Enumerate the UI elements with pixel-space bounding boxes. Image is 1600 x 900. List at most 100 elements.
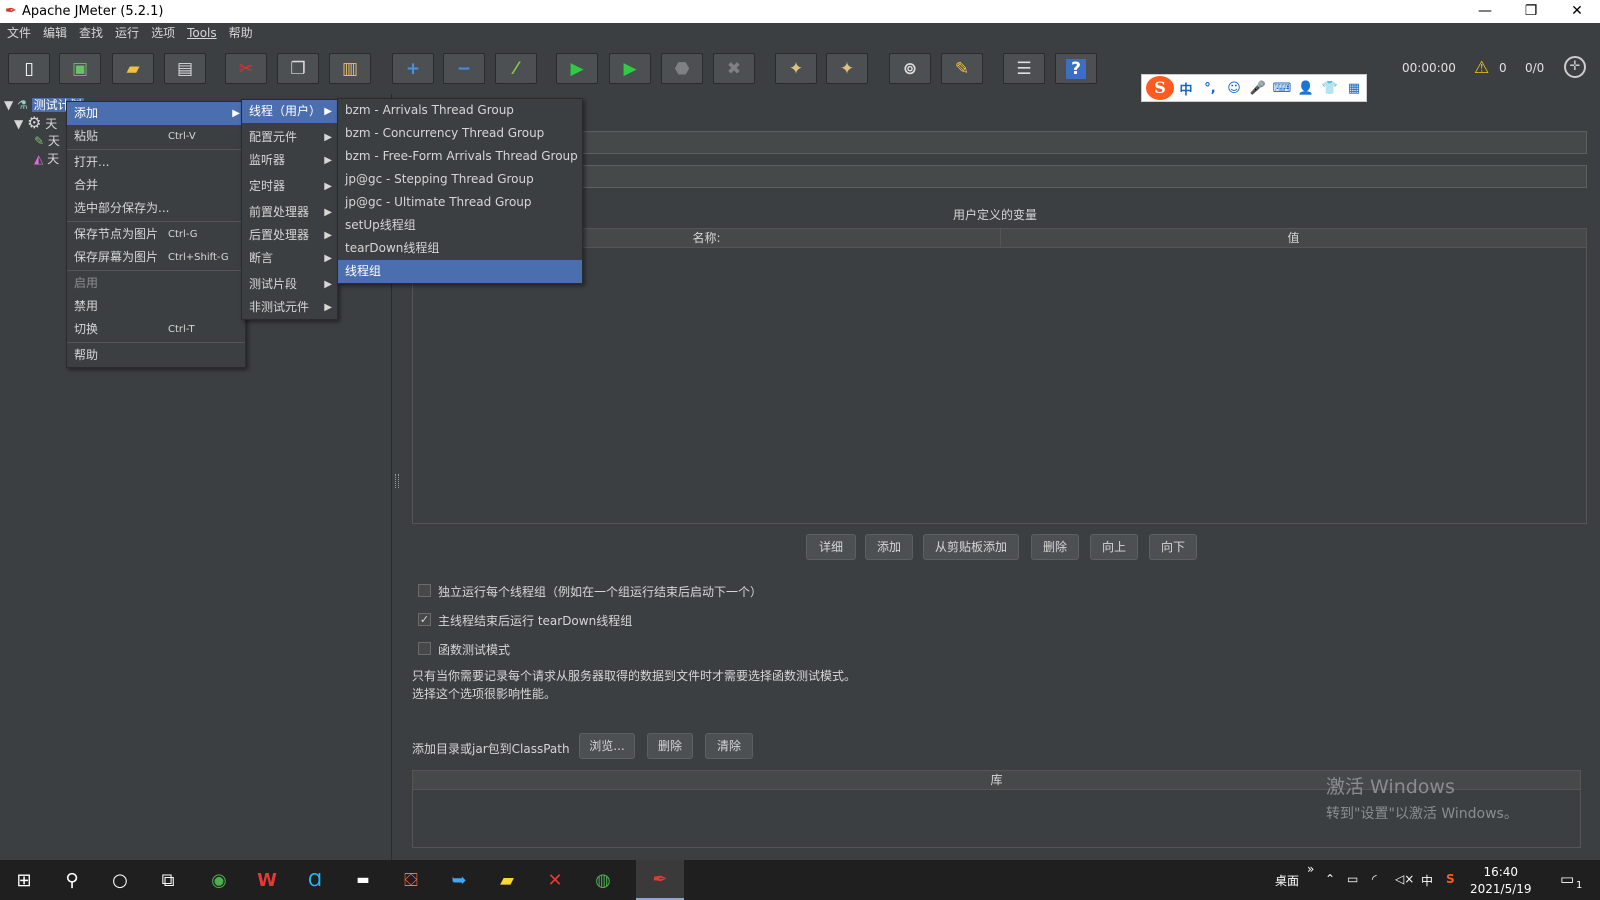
menu-item-merge[interactable]: 合并 bbox=[67, 174, 245, 197]
save-button[interactable]: ▤ bbox=[164, 53, 206, 84]
classpath-delete-button[interactable]: 删除 bbox=[647, 733, 693, 759]
toggle-button[interactable]: ⁄ bbox=[495, 53, 537, 84]
chrome-icon[interactable]: ◉ bbox=[195, 860, 243, 900]
desktop-label[interactable]: 桌面 bbox=[1275, 872, 1299, 889]
delete-button[interactable]: 删除 bbox=[1031, 534, 1079, 560]
clear-all-button[interactable]: ✦ bbox=[826, 53, 868, 84]
browse-button[interactable]: 浏览... bbox=[579, 733, 635, 759]
detail-button[interactable]: 详细 bbox=[806, 534, 856, 560]
serialize-threadgroups-checkbox[interactable] bbox=[418, 584, 431, 597]
reset-search-button[interactable]: ✎ bbox=[941, 53, 983, 84]
name-field[interactable] bbox=[582, 131, 1587, 154]
submenu-item-pre-processor[interactable]: 前置处理器 ▶ bbox=[242, 201, 337, 224]
submenu-item-threads[interactable]: 线程（用户） ▶ bbox=[242, 100, 337, 123]
function-helper-button[interactable]: ☰ bbox=[1003, 53, 1045, 84]
menu-item-save-screen-image[interactable]: 保存屏幕为图片 Ctrl+Shift-G bbox=[67, 246, 245, 269]
menu-tools[interactable]: Tools bbox=[181, 23, 223, 44]
tree-expand-icon[interactable]: ▼ bbox=[4, 98, 13, 112]
tray-expand-icon[interactable]: ⌃ bbox=[1325, 872, 1335, 886]
task-view-icon[interactable]: ⧉ bbox=[144, 860, 192, 900]
menu-item-save-node-image[interactable]: 保存节点为图片 Ctrl-G bbox=[67, 223, 245, 246]
desktop-chevron[interactable]: » bbox=[1307, 862, 1314, 876]
network-icon[interactable]: ◜ bbox=[1372, 872, 1377, 886]
ime-skin-icon[interactable]: 👕 bbox=[1318, 81, 1342, 96]
menu-item-enable[interactable]: 启用 bbox=[67, 272, 245, 295]
column-value-header[interactable]: 值 bbox=[1000, 229, 1586, 248]
system-clock[interactable]: 16:40 2021/5/19 bbox=[1470, 864, 1532, 898]
volume-icon[interactable]: ◁× bbox=[1395, 872, 1414, 886]
menu-item-help[interactable]: 帮助 bbox=[67, 344, 245, 367]
thread-item-setup[interactable]: setUp线程组 bbox=[338, 214, 582, 237]
warning-icon[interactable]: ⚠ bbox=[1474, 59, 1492, 77]
submenu-item-test-fragment[interactable]: 测试片段 ▶ bbox=[242, 273, 337, 296]
clear-button[interactable]: ✦ bbox=[775, 53, 817, 84]
move-down-button[interactable]: 向下 bbox=[1149, 534, 1197, 560]
ime-toolbox-icon[interactable]: ▦ bbox=[1342, 81, 1366, 96]
terminal-icon[interactable]: ▬ bbox=[339, 860, 387, 900]
search-icon[interactable]: ⚲ bbox=[48, 860, 96, 900]
wechat-icon[interactable]: ◍ bbox=[579, 860, 627, 900]
ime-user-icon[interactable]: 👤 bbox=[1294, 81, 1318, 96]
ime-chinese-toggle[interactable]: 中 bbox=[1174, 79, 1198, 98]
cortana-icon[interactable]: ○ bbox=[96, 860, 144, 900]
menu-item-toggle[interactable]: 切换 Ctrl-T bbox=[67, 318, 245, 341]
thread-item-teardown[interactable]: tearDown线程组 bbox=[338, 237, 582, 260]
tree-expand-icon[interactable]: ▼ bbox=[14, 117, 23, 131]
battery-icon[interactable]: ▭ bbox=[1347, 872, 1358, 886]
thread-item-jpgc-ultimate[interactable]: jp@gc - Ultimate Thread Group bbox=[338, 191, 582, 214]
xmind-icon[interactable]: ✕ bbox=[531, 860, 579, 900]
copy-button[interactable]: ❐ bbox=[277, 53, 319, 84]
wps-icon[interactable]: W bbox=[243, 860, 291, 900]
shutdown-button[interactable]: ✖ bbox=[713, 53, 755, 84]
close-button[interactable]: ✕ bbox=[1554, 0, 1600, 23]
teardown-on-shutdown-checkbox[interactable]: ✓ bbox=[418, 613, 431, 626]
ime-keyboard-icon[interactable]: ⌨ bbox=[1270, 81, 1294, 96]
browser-icon[interactable]: Ɑ bbox=[291, 860, 339, 900]
menu-item-add[interactable]: 添加 ▶ bbox=[67, 102, 245, 125]
open-button[interactable]: ▰ bbox=[112, 53, 154, 84]
search-button[interactable]: ⊚ bbox=[889, 53, 931, 84]
thread-item-bzm-free-form[interactable]: bzm - Free-Form Arrivals Thread Group bbox=[338, 145, 582, 168]
menu-options[interactable]: 选项 bbox=[145, 23, 181, 44]
tree-node-sampler[interactable]: ✎ 天 bbox=[34, 132, 60, 150]
app-icon[interactable]: ⛋ bbox=[387, 860, 435, 900]
move-up-button[interactable]: 向上 bbox=[1090, 534, 1138, 560]
menu-file[interactable]: 文件 bbox=[0, 23, 37, 44]
sogou-tray-icon[interactable]: S bbox=[1446, 872, 1455, 886]
comments-field[interactable] bbox=[582, 165, 1587, 188]
stop-button[interactable]: ⬣ bbox=[661, 53, 703, 84]
start-no-timers-button[interactable]: ▶ bbox=[609, 53, 651, 84]
submenu-item-post-processor[interactable]: 后置处理器 ▶ bbox=[242, 224, 337, 247]
menu-help[interactable]: 帮助 bbox=[223, 23, 259, 44]
notification-icon[interactable]: ▭ bbox=[1560, 870, 1574, 888]
ime-voice-icon[interactable]: 🎤 bbox=[1246, 81, 1270, 96]
sogou-logo-icon[interactable]: S bbox=[1146, 76, 1174, 100]
ime-punctuation-icon[interactable]: °, bbox=[1198, 81, 1222, 96]
classpath-clear-button[interactable]: 清除 bbox=[705, 733, 753, 759]
submenu-item-assertion[interactable]: 断言 ▶ bbox=[242, 247, 337, 270]
menu-search[interactable]: 查找 bbox=[73, 23, 109, 44]
submenu-item-non-test-elements[interactable]: 非测试元件 ▶ bbox=[242, 296, 337, 319]
new-button[interactable]: ▯ bbox=[8, 53, 50, 84]
restore-button[interactable]: ❐ bbox=[1508, 0, 1554, 23]
start-button[interactable]: ▶ bbox=[556, 53, 598, 84]
submenu-item-timer[interactable]: 定时器 ▶ bbox=[242, 175, 337, 198]
paste-button[interactable]: ▥ bbox=[329, 53, 371, 84]
add-from-clipboard-button[interactable]: 从剪贴板添加 bbox=[923, 534, 1019, 560]
jmeter-icon[interactable]: ✒ bbox=[636, 860, 684, 900]
file-explorer-icon[interactable]: ▰ bbox=[483, 860, 531, 900]
minimize-button[interactable]: — bbox=[1462, 0, 1508, 23]
templates-button[interactable]: ▣ bbox=[59, 53, 101, 84]
thread-item-jpgc-stepping[interactable]: jp@gc - Stepping Thread Group bbox=[338, 168, 582, 191]
menu-run[interactable]: 运行 bbox=[109, 23, 145, 44]
thread-item-thread-group[interactable]: 线程组 bbox=[338, 260, 582, 283]
tree-node-listener[interactable]: ◭ 天 bbox=[34, 150, 59, 168]
menu-item-paste[interactable]: 粘贴 Ctrl-V bbox=[67, 125, 245, 148]
menu-item-disable[interactable]: 禁用 bbox=[67, 295, 245, 318]
functional-mode-checkbox[interactable] bbox=[418, 642, 431, 655]
ime-emoji-icon[interactable]: ☺ bbox=[1222, 81, 1246, 96]
tree-node-thread-group[interactable]: ▼ ⚙ 天 bbox=[14, 114, 57, 132]
start-icon[interactable]: ⊞ bbox=[0, 860, 48, 900]
cut-button[interactable]: ✂ bbox=[225, 53, 267, 84]
collapse-button[interactable]: − bbox=[443, 53, 485, 84]
